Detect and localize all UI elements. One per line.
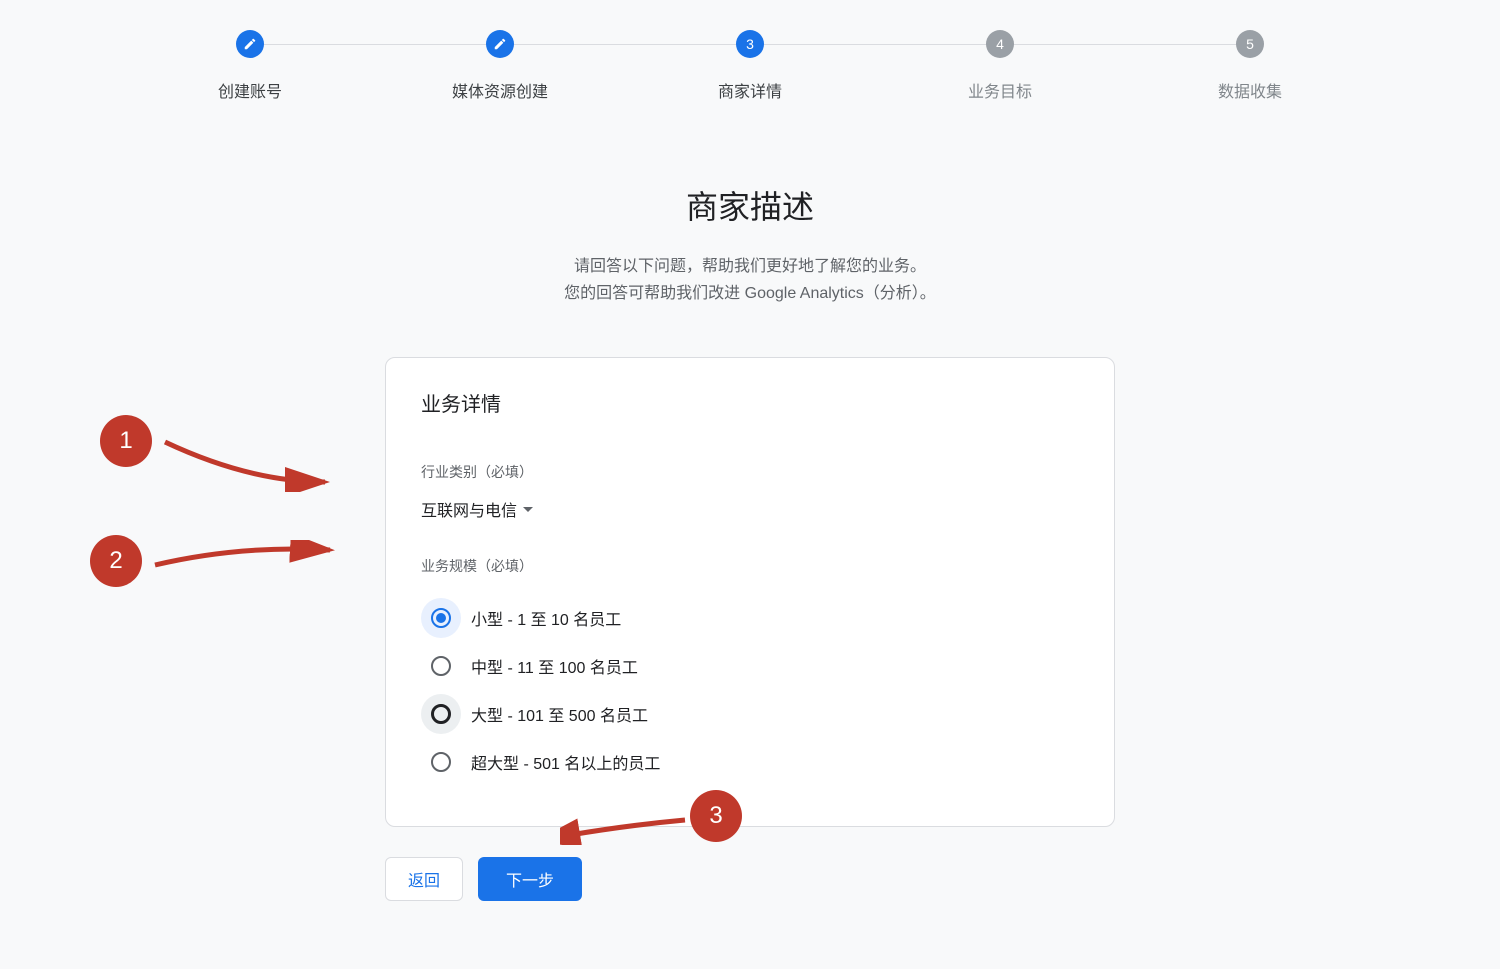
annotation-marker-1: 1 bbox=[100, 415, 152, 467]
pencil-icon bbox=[493, 37, 507, 51]
radio-option-medium[interactable]: 中型 - 11 至 100 名员工 bbox=[421, 642, 1079, 690]
heading-section: 商家描述 请回答以下问题，帮助我们更好地了解您的业务。 您的回答可帮助我们改进 … bbox=[0, 182, 1500, 307]
back-button[interactable]: 返回 bbox=[385, 857, 463, 901]
step-label-1: 创建账号 bbox=[218, 78, 282, 102]
scale-field-group: 业务规模（必填） 小型 - 1 至 10 名员工 中型 - 11 至 100 名… bbox=[421, 556, 1079, 786]
radio-option-small[interactable]: 小型 - 1 至 10 名员工 bbox=[421, 594, 1079, 642]
radio-label: 中型 - 11 至 100 名员工 bbox=[471, 654, 638, 678]
step-circle-4: 4 bbox=[986, 30, 1014, 58]
industry-field-group: 行业类别（必填） 互联网与电信 bbox=[421, 462, 1079, 521]
caret-down-icon bbox=[523, 507, 533, 512]
radio-label: 大型 - 101 至 500 名员工 bbox=[471, 702, 648, 726]
industry-value: 互联网与电信 bbox=[421, 497, 517, 521]
annotation-arrow-1 bbox=[160, 432, 335, 492]
annotation-arrow-3 bbox=[560, 815, 690, 845]
step-label-3: 商家详情 bbox=[718, 78, 782, 102]
industry-label: 行业类别（必填） bbox=[421, 462, 1079, 482]
step-label-5: 数据收集 bbox=[1218, 78, 1282, 102]
scale-label: 业务规模（必填） bbox=[421, 556, 1079, 576]
radio-label: 小型 - 1 至 10 名员工 bbox=[471, 606, 621, 630]
annotation-marker-2: 2 bbox=[90, 535, 142, 587]
step-business-details[interactable]: 3 商家详情 bbox=[625, 30, 875, 102]
radio-icon bbox=[431, 656, 451, 676]
radio-icon bbox=[431, 704, 451, 724]
step-label-2: 媒体资源创建 bbox=[452, 78, 548, 102]
business-details-card: 业务详情 行业类别（必填） 互联网与电信 业务规模（必填） 小型 - 1 至 1… bbox=[385, 357, 1115, 827]
button-row: 返回 下一步 bbox=[385, 857, 1115, 901]
page-subtitle: 请回答以下问题，帮助我们更好地了解您的业务。 您的回答可帮助我们改进 Googl… bbox=[0, 253, 1500, 307]
step-create-account[interactable]: 创建账号 bbox=[125, 30, 375, 102]
radio-label: 超大型 - 501 名以上的员工 bbox=[471, 750, 660, 774]
radio-option-large[interactable]: 大型 - 101 至 500 名员工 bbox=[421, 690, 1079, 738]
annotation-marker-3: 3 bbox=[690, 790, 742, 842]
radio-icon bbox=[431, 608, 451, 628]
step-data-collection[interactable]: 5 数据收集 bbox=[1125, 30, 1375, 102]
pencil-icon bbox=[243, 37, 257, 51]
scale-radio-group: 小型 - 1 至 10 名员工 中型 - 11 至 100 名员工 大型 - 1… bbox=[421, 594, 1079, 786]
step-circle-2 bbox=[486, 30, 514, 58]
card-title: 业务详情 bbox=[421, 388, 1079, 417]
step-create-property[interactable]: 媒体资源创建 bbox=[375, 30, 625, 102]
step-circle-3: 3 bbox=[736, 30, 764, 58]
annotation-arrow-2 bbox=[150, 540, 340, 580]
industry-dropdown[interactable]: 互联网与电信 bbox=[421, 497, 533, 521]
step-label-4: 业务目标 bbox=[968, 78, 1032, 102]
step-circle-1 bbox=[236, 30, 264, 58]
page-title: 商家描述 bbox=[0, 182, 1500, 228]
radio-option-xlarge[interactable]: 超大型 - 501 名以上的员工 bbox=[421, 738, 1079, 786]
next-button[interactable]: 下一步 bbox=[478, 857, 582, 901]
step-business-objectives[interactable]: 4 业务目标 bbox=[875, 30, 1125, 102]
setup-stepper: 创建账号 媒体资源创建 3 商家详情 4 业务目标 5 数据收集 bbox=[0, 0, 1500, 102]
step-circle-5: 5 bbox=[1236, 30, 1264, 58]
radio-icon bbox=[431, 752, 451, 772]
